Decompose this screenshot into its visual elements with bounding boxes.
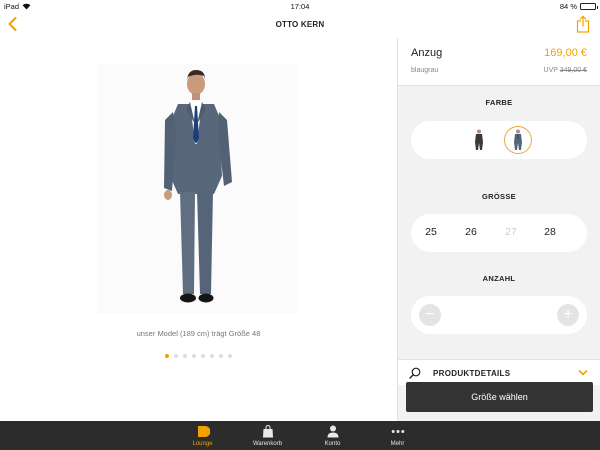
image-caption: unser Model (189 cm) trägt Größe 48 xyxy=(136,329,261,338)
tab-label: Konto xyxy=(324,441,341,447)
gallery-dot[interactable] xyxy=(210,354,214,358)
gallery-dot[interactable] xyxy=(228,354,232,358)
size-option[interactable]: 25 xyxy=(419,226,443,238)
product-color-name: blaugrau xyxy=(411,67,439,74)
quantity-plus-button[interactable]: + xyxy=(557,304,579,326)
size-option[interactable]: 28 xyxy=(538,226,562,238)
product-header: Anzug 169,00 € blaugrau UVP 349,00 € xyxy=(398,38,600,86)
more-dots-icon xyxy=(391,425,405,438)
navigation-bar: OTTO KERN xyxy=(0,12,600,38)
color-section-title: FARBE xyxy=(485,98,513,107)
clock: 17:04 xyxy=(290,2,310,11)
product-details-label: PRODUKTDETAILS xyxy=(433,369,511,378)
product-name: Anzug xyxy=(411,47,443,59)
suit-model-image xyxy=(164,70,232,303)
color-swatch-blaugrau[interactable] xyxy=(504,126,532,154)
gallery-dot[interactable] xyxy=(219,354,223,358)
tab-label: Lounge xyxy=(192,441,213,447)
share-icon[interactable] xyxy=(576,15,590,33)
size-option-unavailable: 27 xyxy=(505,226,517,238)
battery-percent: 84 % xyxy=(559,2,577,11)
size-selector: 25 26 27 28 xyxy=(411,214,587,252)
choose-size-button[interactable]: Größe wählen xyxy=(406,382,593,412)
lounge-play-icon xyxy=(196,425,210,438)
person-icon xyxy=(326,425,340,438)
quantity-stepper: − + xyxy=(411,296,587,334)
suit-thumbnail-icon xyxy=(514,129,522,150)
chevron-down-icon xyxy=(578,370,588,376)
quantity-minus-button[interactable]: − xyxy=(419,304,441,326)
suit-thumbnail-icon xyxy=(475,129,483,150)
uvp-old-price: 349,00 € xyxy=(559,67,587,74)
search-icon xyxy=(409,367,421,379)
color-selector xyxy=(411,121,587,159)
tab-label: Mehr xyxy=(390,441,405,447)
tab-lounge[interactable]: Lounge xyxy=(170,421,235,450)
gallery-dot[interactable] xyxy=(165,354,169,358)
quantity-section-title: ANZAHL xyxy=(482,274,516,283)
tab-warenkorb[interactable]: Warenkorb xyxy=(235,421,300,450)
uvp-price: UVP 349,00 € xyxy=(544,67,587,74)
gallery-dot[interactable] xyxy=(192,354,196,358)
tab-bar: Lounge Warenkorb Konto Mehr xyxy=(0,421,600,450)
gallery-dot[interactable] xyxy=(183,354,187,358)
tab-mehr[interactable]: Mehr xyxy=(365,421,430,450)
brand-title: OTTO KERN xyxy=(275,20,325,29)
battery-icon xyxy=(580,3,598,10)
gallery-dot[interactable] xyxy=(201,354,205,358)
product-detail-screen: iPad 17:04 84 % OTTO KERN unser Model (1… xyxy=(0,0,600,450)
product-image[interactable] xyxy=(98,64,298,314)
shopping-bag-icon xyxy=(261,425,275,438)
product-options-panel: Anzug 169,00 € blaugrau UVP 349,00 € FAR… xyxy=(397,38,600,421)
size-option[interactable]: 26 xyxy=(459,226,483,238)
color-swatch-dark[interactable] xyxy=(465,126,493,154)
size-section-title: GRÖSSE xyxy=(482,192,516,201)
uvp-label: UVP xyxy=(543,67,558,74)
tab-konto[interactable]: Konto xyxy=(300,421,365,450)
tab-label: Warenkorb xyxy=(252,441,283,447)
product-price: 169,00 € xyxy=(544,47,587,59)
product-image-area: unser Model (189 cm) trägt Größe 48 xyxy=(0,38,397,421)
status-bar: iPad 17:04 84 % xyxy=(0,0,600,12)
gallery-dot[interactable] xyxy=(174,354,178,358)
gallery-pagination[interactable] xyxy=(0,354,397,358)
